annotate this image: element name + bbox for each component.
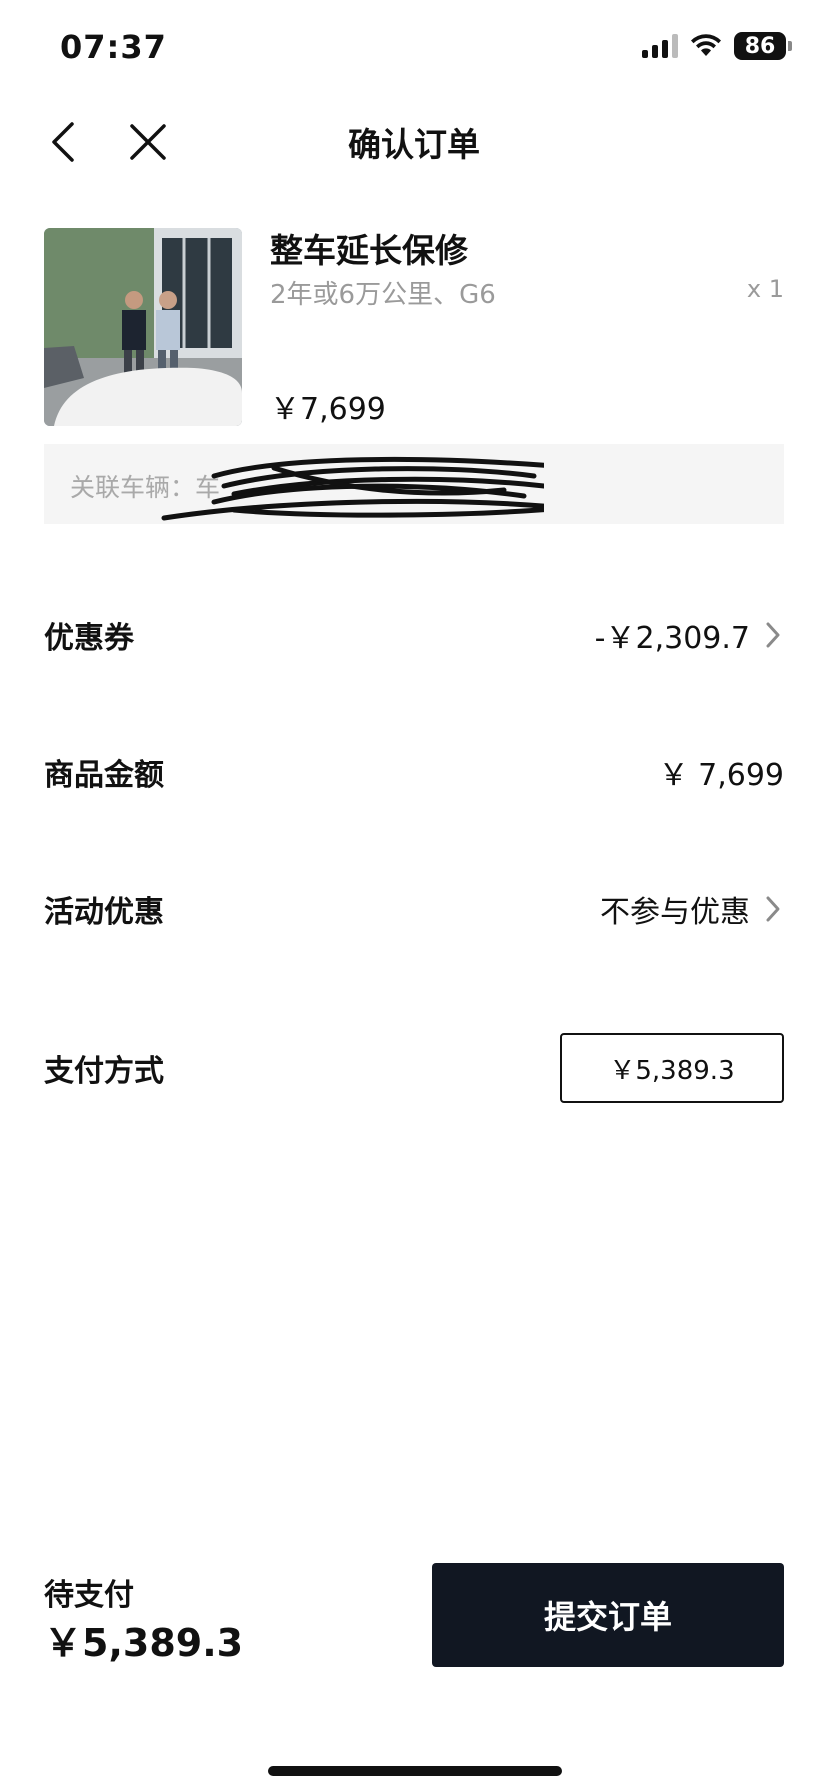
promotion-row[interactable]: 活动优惠 不参与优惠 bbox=[44, 879, 784, 939]
goods-amount-label: 商品金额 bbox=[44, 758, 164, 793]
goods-amount-value: ￥ 7,699 bbox=[658, 758, 784, 793]
wifi-icon bbox=[691, 34, 721, 56]
cellular-signal-icon bbox=[642, 34, 678, 58]
goods-amount-row: 商品金额 ￥ 7,699 bbox=[44, 742, 784, 802]
battery-level: 86 bbox=[734, 32, 786, 60]
product-name: 整车延长保修 bbox=[270, 231, 468, 270]
product-image bbox=[44, 228, 242, 426]
payment-method-option[interactable]: ￥5,389.3 bbox=[560, 1033, 784, 1103]
redaction-scribble bbox=[161, 456, 544, 521]
pending-amount: ￥5,389.3 bbox=[44, 1621, 244, 1665]
product-price: ￥7,699 bbox=[270, 392, 386, 427]
home-indicator[interactable] bbox=[268, 1766, 562, 1776]
promotion-label: 活动优惠 bbox=[44, 895, 164, 930]
promotion-value: 不参与优惠 bbox=[600, 895, 750, 930]
pending-label: 待支付 bbox=[44, 1578, 134, 1613]
product-quantity: x 1 bbox=[746, 275, 784, 303]
chevron-right-icon bbox=[766, 896, 780, 922]
product-spec: 2年或6万公里、G6 bbox=[270, 280, 496, 310]
chevron-right-icon bbox=[766, 622, 780, 648]
linked-vehicle: 关联车辆：车 bbox=[44, 444, 784, 524]
page-title: 确认订单 bbox=[348, 125, 480, 164]
status-time: 07:37 bbox=[60, 28, 167, 66]
coupon-row[interactable]: 优惠券 -￥2,309.7 bbox=[44, 605, 784, 665]
coupon-label: 优惠券 bbox=[44, 621, 134, 656]
submit-order-button[interactable]: 提交订单 bbox=[432, 1563, 784, 1667]
battery-icon: 86 bbox=[734, 32, 792, 60]
payment-method-row: 支付方式 ￥5,389.3 bbox=[44, 1033, 784, 1103]
payment-method-label: 支付方式 bbox=[44, 1054, 164, 1089]
status-icons: 86 bbox=[642, 32, 792, 60]
coupon-value: -￥2,309.7 bbox=[594, 621, 750, 656]
